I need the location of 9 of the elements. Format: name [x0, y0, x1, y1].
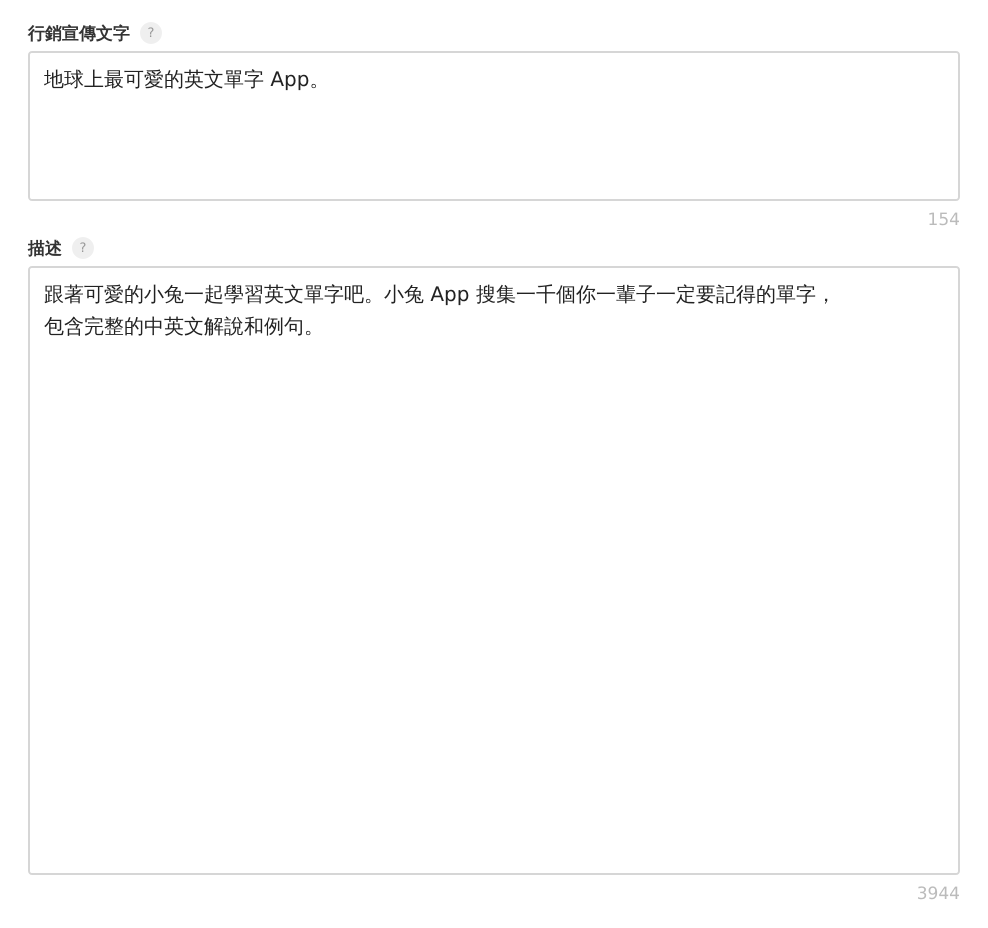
- character-counter: 3944: [916, 884, 960, 904]
- text-area[interactable]: 地球上最可愛的英文單字 App。: [28, 51, 960, 201]
- text-line: 跟著可愛的小兔一起學習英文單字吧。小兔 App 搜集一千個你一輩子一定要記得的單字，: [44, 281, 836, 308]
- field-label: 行銷宣傳文字: [28, 22, 130, 44]
- text-area[interactable]: 跟著可愛的小兔一起學習英文單字吧。小兔 App 搜集一千個你一輩子一定要記得的單字， 包含完整的中英文解說和例句。: [28, 266, 960, 875]
- text-line: 地球上最可愛的英文單字 App。: [44, 66, 330, 93]
- field-label: 描述: [28, 238, 62, 260]
- text-line: 包含完整的中英文解說和例句。: [44, 313, 324, 340]
- character-counter: 154: [928, 210, 960, 230]
